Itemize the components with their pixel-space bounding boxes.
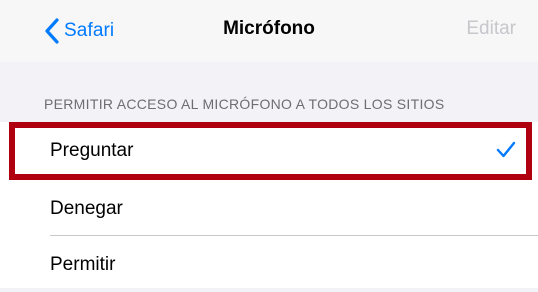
option-row-permitir[interactable]: Permitir — [0, 236, 538, 292]
chevron-left-icon — [45, 18, 59, 44]
option-row-preguntar[interactable]: Preguntar — [0, 122, 538, 178]
edit-button: Editar — [466, 18, 516, 39]
back-button[interactable]: Safari — [44, 14, 114, 48]
option-row-denegar[interactable]: Denegar — [0, 180, 538, 236]
back-button-label: Safari — [64, 20, 115, 41]
checkmark-icon — [496, 141, 516, 158]
permission-options-list: Preguntar Denegar Permitir — [0, 122, 538, 288]
option-label: Denegar — [50, 198, 123, 219]
navigation-bar: Safari Micrófono Editar — [0, 0, 538, 62]
option-label: Preguntar — [50, 140, 134, 161]
option-label: Permitir — [50, 254, 116, 275]
section-header: PERMITIR ACCESO AL MICRÓFONO A TODOS LOS… — [44, 96, 445, 112]
